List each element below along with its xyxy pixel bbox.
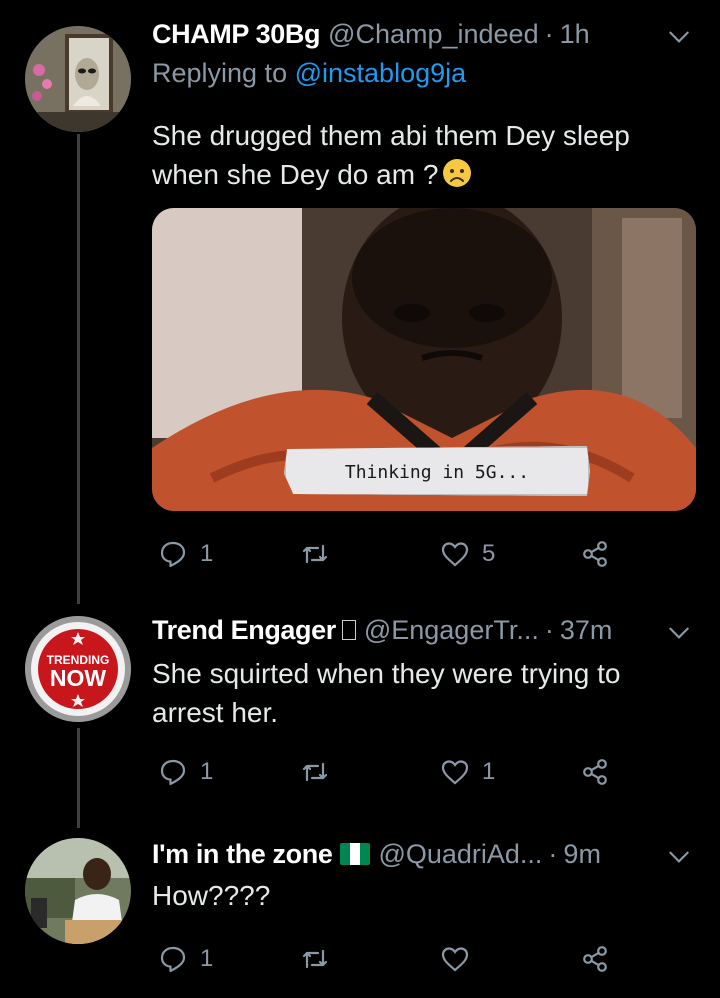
now-text: NOW bbox=[50, 665, 107, 691]
tweet-text-line: arrest her. bbox=[152, 697, 279, 728]
chevron-down-icon[interactable] bbox=[666, 844, 692, 870]
tweet-text-line: She drugged them abi them Dey sleep bbox=[152, 120, 630, 151]
share-button[interactable] bbox=[580, 752, 610, 792]
reply-count: 1 bbox=[200, 540, 214, 567]
retweet-button[interactable] bbox=[300, 752, 342, 792]
share-button[interactable] bbox=[580, 939, 610, 979]
replying-to: Replying to @instablog9ja bbox=[152, 58, 466, 89]
tweet-2-header: Trend Engager @EngagerTr... · 37m bbox=[152, 610, 612, 650]
retweet-button[interactable] bbox=[300, 534, 342, 574]
tweet-3-header: I'm in the zone @QuadriAd... · 9m bbox=[152, 834, 601, 874]
display-name[interactable]: CHAMP 30Bg bbox=[152, 14, 320, 54]
share-button[interactable] bbox=[580, 534, 610, 574]
like-count: 5 bbox=[482, 540, 496, 567]
separator-dot: · bbox=[544, 19, 554, 49]
timestamp[interactable]: 37m bbox=[560, 610, 613, 650]
reply-button[interactable]: 1 bbox=[158, 752, 213, 792]
tweet-actions: 1 1 bbox=[152, 752, 622, 792]
retweet-icon bbox=[302, 544, 328, 564]
tweet-3[interactable]: I'm in the zone @QuadriAd... · 9m How???… bbox=[0, 834, 720, 998]
reply-icon bbox=[160, 759, 186, 786]
tweet-1[interactable]: CHAMP 30Bg @Champ_indeed · 1h Replying t… bbox=[0, 14, 720, 584]
heart-icon bbox=[441, 947, 469, 972]
share-icon bbox=[583, 759, 607, 785]
tweet-text-line: How???? bbox=[152, 880, 271, 911]
tweet-text-line: She squirted when they were trying to bbox=[152, 658, 621, 689]
reply-button[interactable]: 1 bbox=[158, 534, 213, 574]
tweet-actions: 1 5 bbox=[152, 534, 622, 574]
retweet-button[interactable] bbox=[300, 939, 342, 979]
like-count: 1 bbox=[482, 758, 496, 785]
worried-face-icon bbox=[443, 159, 472, 187]
heart-icon bbox=[441, 760, 469, 785]
avatar-trend-engager[interactable]: TRENDING NOW bbox=[25, 616, 131, 722]
like-button[interactable]: 5 bbox=[440, 534, 495, 574]
replying-to-link[interactable]: @instablog9ja bbox=[295, 58, 467, 88]
avatar-champ[interactable] bbox=[25, 26, 131, 132]
retweet-icon bbox=[302, 949, 328, 969]
replying-prefix: Replying to bbox=[152, 58, 288, 88]
separator-dot: · bbox=[544, 615, 554, 645]
user-handle[interactable]: @EngagerTr... bbox=[364, 610, 539, 650]
unknown-glyph-icon bbox=[341, 620, 356, 640]
tweet-1-header: CHAMP 30Bg @Champ_indeed · 1h bbox=[152, 14, 590, 54]
tweet-text: She drugged them abi them Dey sleep when… bbox=[152, 116, 692, 194]
user-handle[interactable]: @QuadriAd... bbox=[378, 834, 542, 874]
reply-count: 1 bbox=[200, 758, 214, 785]
avatar-in-the-zone[interactable] bbox=[25, 838, 131, 944]
retweet-icon bbox=[302, 762, 328, 782]
timestamp[interactable]: 9m bbox=[563, 834, 601, 874]
share-icon bbox=[583, 541, 607, 567]
separator-dot: · bbox=[548, 839, 558, 869]
reply-icon bbox=[160, 541, 186, 568]
reply-button[interactable]: 1 bbox=[158, 939, 213, 979]
user-handle[interactable]: @Champ_indeed bbox=[328, 14, 539, 54]
chevron-down-icon[interactable] bbox=[666, 24, 692, 50]
tweet-text: How???? bbox=[152, 876, 692, 915]
meme-caption: Thinking in 5G... bbox=[284, 446, 590, 496]
timestamp[interactable]: 1h bbox=[560, 14, 590, 54]
nigeria-flag-icon bbox=[340, 843, 371, 865]
reply-count: 1 bbox=[200, 945, 214, 972]
reply-icon bbox=[160, 946, 186, 973]
heart-icon bbox=[441, 542, 469, 567]
tweet-text-line: when she Dey do am ? bbox=[152, 155, 692, 194]
like-button[interactable]: 1 bbox=[440, 752, 495, 792]
like-button[interactable] bbox=[440, 939, 482, 979]
share-icon bbox=[583, 946, 607, 972]
chevron-down-icon[interactable] bbox=[666, 620, 692, 646]
display-name[interactable]: I'm in the zone bbox=[152, 834, 333, 874]
tweet-text: She squirted when they were trying to ar… bbox=[152, 654, 692, 732]
tweet-2[interactable]: TRENDING NOW Trend Engager @EngagerTr...… bbox=[0, 610, 720, 810]
display-name[interactable]: Trend Engager bbox=[152, 610, 336, 650]
tweet-actions: 1 bbox=[152, 939, 622, 979]
